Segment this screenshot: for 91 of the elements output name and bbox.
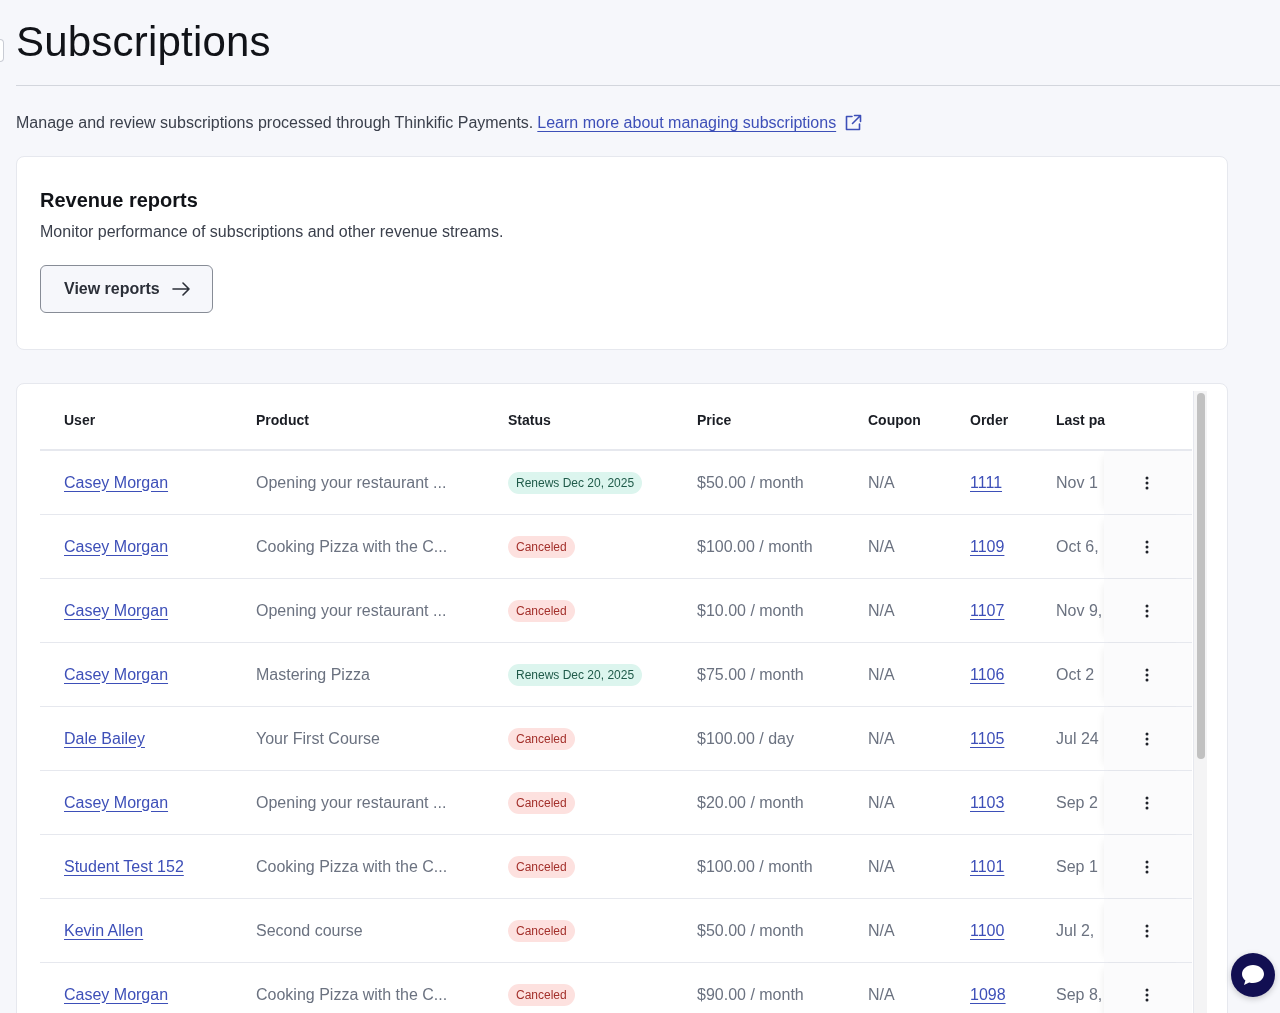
price-cell: $75.00 / month bbox=[697, 665, 804, 684]
external-link-icon bbox=[844, 114, 863, 132]
price-cell: $100.00 / month bbox=[697, 537, 813, 556]
user-link[interactable]: Casey Morgan bbox=[64, 473, 169, 492]
chat-button[interactable] bbox=[1231, 953, 1275, 997]
more-options-icon[interactable] bbox=[1145, 987, 1149, 1002]
product-cell: Second course bbox=[256, 921, 363, 940]
price-cell: $90.00 / month bbox=[697, 985, 804, 1004]
column-header: Product bbox=[256, 412, 309, 428]
product-cell: Opening your restaurant ... bbox=[256, 601, 447, 620]
view-reports-button[interactable]: View reports bbox=[40, 265, 213, 313]
arrow-right-icon bbox=[171, 282, 190, 296]
card-description: Monitor performance of subscriptions and other revenue streams. bbox=[40, 223, 505, 241]
more-options-icon[interactable] bbox=[1145, 923, 1149, 938]
user-link[interactable]: Student Test 152 bbox=[64, 857, 184, 876]
learn-more-link[interactable]: Learn more about managing subscriptions bbox=[537, 114, 863, 132]
status-badge: Canceled bbox=[508, 983, 575, 1006]
product-cell: Opening your restaurant ... bbox=[256, 473, 447, 492]
product-cell: Cooking Pizza with the C... bbox=[256, 985, 448, 1004]
price-cell: $50.00 / month bbox=[697, 921, 804, 940]
more-options-icon[interactable] bbox=[1145, 603, 1149, 618]
user-link[interactable]: Kevin Allen bbox=[64, 921, 144, 940]
product-cell: Mastering Pizza bbox=[256, 665, 370, 684]
coupon-cell: N/A bbox=[868, 729, 895, 748]
product-cell: Opening your restaurant ... bbox=[256, 793, 447, 812]
coupon-cell: N/A bbox=[868, 473, 895, 492]
user-link[interactable]: Casey Morgan bbox=[64, 665, 169, 684]
card-title: Revenue reports bbox=[40, 189, 199, 212]
last-paid-cell: Oct 2 bbox=[1056, 665, 1095, 684]
status-badge: Canceled bbox=[508, 727, 575, 750]
column-header: Order bbox=[970, 412, 1009, 428]
status-badge: Renews Dec 20, 2025 bbox=[508, 471, 643, 494]
page-description: Manage and review subscriptions processed through Thinkific Payments. bbox=[16, 114, 534, 132]
last-paid-cell: Oct 6, bbox=[1056, 537, 1099, 556]
column-header: User bbox=[64, 412, 96, 428]
column-header: Last pa bbox=[1056, 412, 1105, 428]
column-header: Status bbox=[508, 412, 551, 428]
product-cell: Cooking Pizza with the C... bbox=[256, 537, 448, 556]
coupon-cell: N/A bbox=[868, 793, 895, 812]
last-paid-cell: Jul 24 bbox=[1056, 729, 1099, 748]
order-link[interactable]: 1103 bbox=[970, 793, 1005, 812]
price-cell: $50.00 / month bbox=[697, 473, 804, 492]
more-options-icon[interactable] bbox=[1145, 667, 1149, 682]
more-options-icon[interactable] bbox=[1145, 539, 1149, 554]
status-badge: Renews Dec 20, 2025 bbox=[508, 663, 643, 686]
product-cell: Your First Course bbox=[256, 729, 380, 748]
status-badge: Canceled bbox=[508, 791, 575, 814]
last-paid-cell: Sep 2 bbox=[1056, 793, 1098, 812]
column-header: Coupon bbox=[868, 412, 921, 428]
user-link[interactable]: Casey Morgan bbox=[64, 793, 169, 812]
price-cell: $100.00 / month bbox=[697, 857, 813, 876]
more-options-icon[interactable] bbox=[1145, 859, 1149, 874]
status-badge: Canceled bbox=[508, 855, 575, 878]
order-link[interactable]: 1105 bbox=[970, 729, 1005, 748]
last-paid-cell: Jul 2, bbox=[1056, 921, 1095, 940]
more-options-icon[interactable] bbox=[1145, 731, 1149, 746]
product-cell: Cooking Pizza with the C... bbox=[256, 857, 448, 876]
order-link[interactable]: 1100 bbox=[970, 921, 1005, 940]
order-link[interactable]: 1109 bbox=[970, 537, 1005, 556]
coupon-cell: N/A bbox=[868, 857, 895, 876]
column-header: Price bbox=[697, 412, 732, 428]
user-link[interactable]: Casey Morgan bbox=[64, 601, 169, 620]
order-link[interactable]: 1107 bbox=[970, 601, 1005, 620]
order-link[interactable]: 1098 bbox=[970, 985, 1006, 1004]
last-paid-cell: Sep 8, bbox=[1056, 985, 1103, 1004]
status-badge: Canceled bbox=[508, 919, 575, 942]
coupon-cell: N/A bbox=[868, 985, 895, 1004]
more-options-icon[interactable] bbox=[1145, 475, 1149, 490]
user-link[interactable]: Dale Bailey bbox=[64, 729, 145, 748]
status-badge: Canceled bbox=[508, 535, 575, 558]
speech-bubble-icon bbox=[1241, 964, 1265, 986]
page-title: Subscriptions bbox=[16, 17, 271, 67]
price-cell: $100.00 / day bbox=[697, 729, 794, 748]
last-paid-cell: Nov 9, bbox=[1056, 601, 1103, 620]
coupon-cell: N/A bbox=[868, 601, 895, 620]
last-paid-cell: Sep 1 bbox=[1056, 857, 1098, 876]
order-link[interactable]: 1111 bbox=[970, 473, 1003, 492]
status-badge: Canceled bbox=[508, 599, 575, 622]
scrollbar[interactable] bbox=[1193, 391, 1207, 1013]
price-cell: $10.00 / month bbox=[697, 601, 804, 620]
coupon-cell: N/A bbox=[868, 921, 895, 940]
collapse-handle[interactable] bbox=[0, 39, 4, 62]
coupon-cell: N/A bbox=[868, 537, 895, 556]
user-link[interactable]: Casey Morgan bbox=[64, 985, 169, 1004]
order-link[interactable]: 1101 bbox=[970, 857, 1005, 876]
order-link[interactable]: 1106 bbox=[970, 665, 1005, 684]
coupon-cell: N/A bbox=[868, 665, 895, 684]
last-paid-cell: Nov 1 bbox=[1056, 473, 1098, 492]
user-link[interactable]: Casey Morgan bbox=[64, 537, 169, 556]
more-options-icon[interactable] bbox=[1145, 795, 1149, 810]
price-cell: $20.00 / month bbox=[697, 793, 804, 812]
